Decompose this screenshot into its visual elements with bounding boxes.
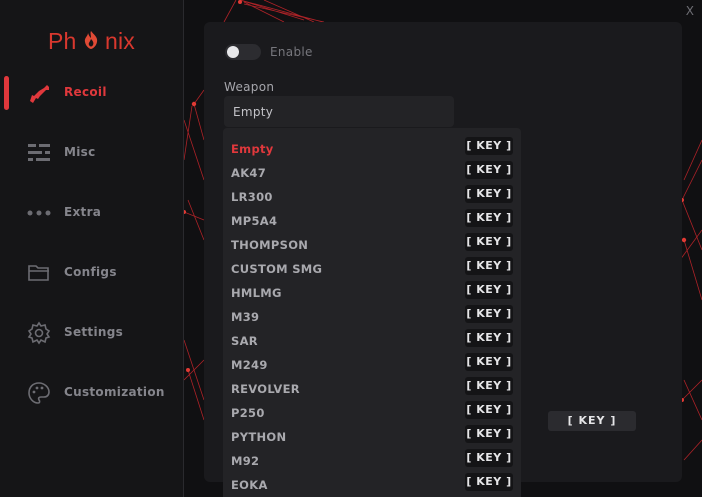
sidebar-item-misc[interactable]: Misc xyxy=(0,133,183,173)
key-bind-button[interactable]: [ KEY ] xyxy=(465,233,513,251)
sidebar-item-recoil[interactable]: Recoil xyxy=(0,73,183,113)
dropdown-item[interactable]: PYTHON [ KEY ] xyxy=(223,424,521,448)
dropdown-item[interactable]: THOMPSON [ KEY ] xyxy=(223,232,521,256)
key-bind-button[interactable]: [ KEY ] xyxy=(465,305,513,323)
dropdown-item-label[interactable]: P250 xyxy=(231,406,265,420)
folder-icon xyxy=(28,265,49,281)
sidebar-item-label: Configs xyxy=(64,265,117,279)
sidebar-item-settings[interactable]: Settings xyxy=(0,313,183,353)
flame-icon xyxy=(77,31,105,52)
dropdown-item-label[interactable]: Empty xyxy=(231,142,274,156)
dropdown-item-label[interactable]: AK47 xyxy=(231,166,266,180)
sliders-icon xyxy=(28,144,50,161)
sidebar-item-customization[interactable]: Customization xyxy=(0,373,183,413)
key-bind-button[interactable]: [ KEY ] xyxy=(465,137,513,155)
dropdown-item-label[interactable]: EOKA xyxy=(231,478,268,492)
sidebar-item-configs[interactable]: Configs xyxy=(0,253,183,293)
key-bind-button[interactable]: [ KEY ] xyxy=(465,377,513,395)
key-bind-button[interactable]: [ KEY ] xyxy=(465,209,513,227)
dropdown-item[interactable]: AK47 [ KEY ] xyxy=(223,160,521,184)
dropdown-item[interactable]: Empty [ KEY ] xyxy=(223,136,521,160)
dropdown-item-label[interactable]: REVOLVER xyxy=(231,382,300,396)
dropdown-item[interactable]: LR300 [ KEY ] xyxy=(223,184,521,208)
dropdown-item[interactable]: M92 [ KEY ] xyxy=(223,448,521,472)
dropdown-item[interactable]: P250 [ KEY ] xyxy=(223,400,521,424)
dropdown-item-label[interactable]: SAR xyxy=(231,334,258,348)
key-bind-button[interactable]: [ KEY ] xyxy=(465,161,513,179)
gear-icon xyxy=(27,321,51,345)
dropdown-item[interactable]: HMLMG [ KEY ] xyxy=(223,280,521,304)
weapon-dropdown-list[interactable]: Empty[ KEY ] AK47[ KEY ] LR300[ KEY ] MP5A4… xyxy=(223,128,521,497)
key-bind-button[interactable]: [ KEY ] xyxy=(465,425,513,443)
dropdown-item-label[interactable]: LR300 xyxy=(231,190,273,204)
sidebar-item-label: Settings xyxy=(64,325,124,339)
dropdown-item-label[interactable]: PYTHON xyxy=(231,430,286,444)
dropdown-item-label[interactable]: THOMPSON xyxy=(231,238,308,252)
sidebar-item-label: Misc xyxy=(64,145,96,159)
key-bind-button[interactable]: [ KEY ] xyxy=(465,401,513,419)
key-bind-button[interactable]: [ KEY ] xyxy=(465,449,513,467)
dropdown-item-label[interactable]: M249 xyxy=(231,358,268,372)
key-bind-button[interactable]: [ KEY ] xyxy=(465,281,513,299)
weapon-select[interactable]: Empty xyxy=(224,96,454,127)
dropdown-item-label[interactable]: HMLMG xyxy=(231,286,282,300)
key-bind-button[interactable]: [ KEY ] xyxy=(465,185,513,203)
key-bind-button[interactable]: [ KEY ] xyxy=(465,329,513,347)
dropdown-item-label[interactable]: M39 xyxy=(231,310,259,324)
app-window: Ph nix Recoil Misc Extra Configs Setting… xyxy=(0,0,702,497)
dropdown-item[interactable]: REVOLVER [ KEY ] xyxy=(223,376,521,400)
rifle-icon xyxy=(30,85,49,103)
app-logo: Ph nix xyxy=(48,28,135,54)
dropdown-item[interactable]: MP5A4 [ KEY ] xyxy=(223,208,521,232)
sidebar: Ph nix Recoil Misc Extra Configs Setting… xyxy=(0,0,184,497)
palette-icon xyxy=(28,382,50,404)
sidebar-item-extra[interactable]: Extra xyxy=(0,193,183,233)
dropdown-item-label[interactable]: CUSTOM SMG xyxy=(231,262,322,276)
key-bind-button[interactable]: [ KEY ] xyxy=(465,257,513,275)
close-button[interactable]: X xyxy=(686,4,694,18)
sidebar-item-label: Recoil xyxy=(64,85,107,99)
weapon-label: Weapon xyxy=(224,80,275,94)
dropdown-item[interactable]: SAR [ KEY ] xyxy=(223,328,521,352)
dropdown-item[interactable]: EOKA [ KEY ] xyxy=(223,472,521,496)
key-bind-button[interactable]: [ KEY ] xyxy=(465,353,513,371)
enable-label: Enable xyxy=(270,45,313,59)
weapon-select-value: Empty xyxy=(233,105,274,119)
sidebar-item-label: Extra xyxy=(64,205,102,219)
dropdown-item-label[interactable]: MP5A4 xyxy=(231,214,277,228)
dropdown-item[interactable]: CUSTOM SMG [ KEY ] xyxy=(223,256,521,280)
key-bind-button[interactable]: [ KEY ] xyxy=(548,411,636,431)
dropdown-item[interactable]: M39 [ KEY ] xyxy=(223,304,521,328)
key-bind-button[interactable]: [ KEY ] xyxy=(465,473,513,491)
sidebar-item-label: Customization xyxy=(64,385,165,399)
enable-toggle[interactable] xyxy=(225,44,261,60)
more-dots-icon xyxy=(27,210,51,216)
active-indicator xyxy=(4,76,9,110)
dropdown-item-label[interactable]: M92 xyxy=(231,454,259,468)
dropdown-item[interactable]: M249 [ KEY ] xyxy=(223,352,521,376)
toggle-knob xyxy=(227,46,239,58)
